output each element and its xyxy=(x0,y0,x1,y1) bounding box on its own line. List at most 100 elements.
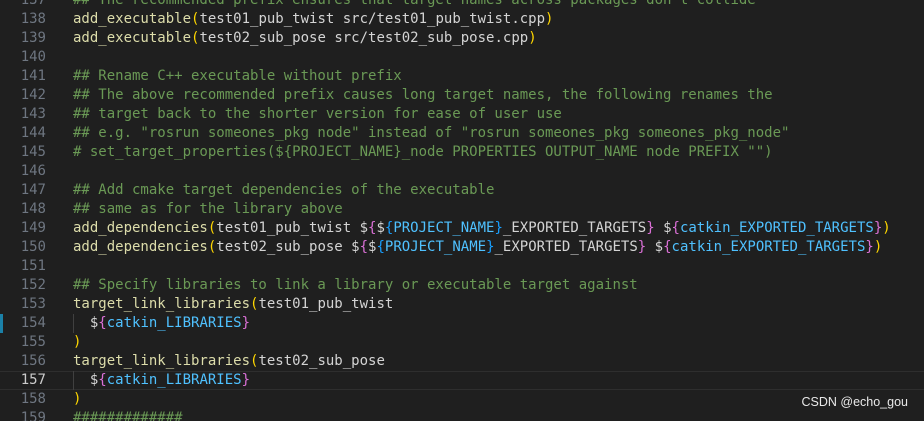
code-line[interactable]: 148 ## same as for the library above xyxy=(0,200,924,219)
code-line[interactable]: 143 ## target back to the shorter version… xyxy=(0,105,924,124)
code-token: ############# xyxy=(73,410,183,421)
code-token: ) xyxy=(528,30,537,46)
code-token: catkin_LIBRARIES xyxy=(106,315,242,331)
code-line[interactable]: 146 xyxy=(0,162,924,181)
line-text[interactable]: # set_target_properties(${PROJECT_NAME}_… xyxy=(73,143,773,162)
line-number: 158 xyxy=(20,391,46,407)
line-text[interactable]: ## target back to the shorter version fo… xyxy=(73,105,562,124)
line-text[interactable]: ${catkin_LIBRARIES} xyxy=(73,314,250,333)
code-token: PROJECT_NAME xyxy=(393,220,495,236)
line-text[interactable]: ## same as for the library above xyxy=(73,200,343,219)
code-line[interactable]: 147 ## Add cmake target dependencies of t… xyxy=(0,181,924,200)
line-number: 147 xyxy=(20,182,46,198)
line-text[interactable]: ) xyxy=(73,333,81,352)
code-line[interactable]: 140 xyxy=(0,48,924,67)
code-token: { xyxy=(663,239,672,255)
line-text[interactable]: ############# xyxy=(73,409,183,421)
code-line[interactable]: 159 ############# xyxy=(0,409,924,421)
code-token: _EXPORTED_TARGETS xyxy=(502,220,647,236)
code-line[interactable]: 153 target_link_libraries(test01_pub_twis… xyxy=(0,295,924,314)
code-token: ) xyxy=(545,11,554,27)
code-line[interactable]: 142 ## The above recommended prefix cause… xyxy=(0,86,924,105)
code-line[interactable]: 149 add_dependencies(test01_pub_twist ${$… xyxy=(0,219,924,238)
line-text[interactable]: ## The above recommended prefix causes l… xyxy=(73,86,773,105)
code-line[interactable]: 150 add_dependencies(test02_sub_pose ${${… xyxy=(0,238,924,257)
code-token: test02_sub_pose src/test02_sub_pose.cpp xyxy=(199,30,529,46)
code-editor[interactable]: 137 ## The recommended prefix ensures tha… xyxy=(0,0,924,421)
line-text[interactable]: add_executable(test02_sub_pose src/test0… xyxy=(73,29,537,48)
line-number: 154 xyxy=(20,315,46,331)
code-token: target_link_libraries xyxy=(73,296,251,312)
code-token: $ xyxy=(376,220,385,236)
line-number: 137 xyxy=(20,0,46,8)
line-number: 140 xyxy=(20,49,46,65)
line-number: 139 xyxy=(20,30,46,46)
code-token: { xyxy=(376,239,385,255)
line-number: 145 xyxy=(20,144,46,160)
code-line[interactable]: 157 ${catkin_LIBRARIES} xyxy=(0,371,924,390)
watermark: CSDN @echo_gou xyxy=(801,395,909,409)
line-text[interactable]: ## The recommended prefix ensures that t… xyxy=(73,0,756,10)
code-token: add_executable xyxy=(73,30,192,46)
code-token: { xyxy=(98,372,107,388)
code-line[interactable]: 137 ## The recommended prefix ensures tha… xyxy=(0,0,924,10)
code-token: $ xyxy=(73,315,99,331)
line-number: 142 xyxy=(20,87,46,103)
code-token: $ xyxy=(654,220,672,236)
code-line[interactable]: 144 ## e.g. "rosrun someones_pkg node" in… xyxy=(0,124,924,143)
line-text[interactable]: ## Rename C++ executable without prefix xyxy=(73,67,402,86)
line-number: 146 xyxy=(20,163,46,179)
code-token: catkin_EXPORTED_TARGETS xyxy=(679,220,874,236)
line-number: 150 xyxy=(20,239,46,255)
code-line[interactable]: 138 add_executable(test01_pub_twist src/t… xyxy=(0,10,924,29)
code-token: } xyxy=(241,315,251,331)
line-number: 141 xyxy=(20,68,46,84)
code-token: # set_target_properties(${PROJECT_NAME}_… xyxy=(73,144,773,160)
code-token: } xyxy=(873,220,883,236)
line-text[interactable]: ) xyxy=(73,390,81,409)
code-token: PROJECT_NAME xyxy=(384,239,487,255)
code-token: $ xyxy=(73,372,99,388)
code-token: add_dependencies xyxy=(73,220,208,236)
code-token: ## The recommended prefix ensures that t… xyxy=(73,0,756,8)
code-token: $ xyxy=(646,239,664,255)
line-number: 148 xyxy=(20,201,46,217)
code-line[interactable]: 158) xyxy=(0,390,924,409)
code-token: { xyxy=(671,220,680,236)
code-token: add_dependencies xyxy=(73,239,208,255)
code-line[interactable]: 152 ## Specify libraries to link a librar… xyxy=(0,276,924,295)
code-line[interactable]: 145 # set_target_properties(${PROJECT_NAM… xyxy=(0,143,924,162)
code-token: test02_sub_pose xyxy=(258,353,385,369)
line-text[interactable]: ${catkin_LIBRARIES} xyxy=(73,371,250,390)
code-token: } xyxy=(486,239,495,255)
code-token: ## Add cmake target dependencies of the … xyxy=(73,182,495,198)
code-token: add_executable xyxy=(73,11,192,27)
line-text[interactable]: add_dependencies(test01_pub_twist ${${PR… xyxy=(73,219,891,238)
code-token: _EXPORTED_TARGETS xyxy=(494,239,638,255)
line-text[interactable]: target_link_libraries(test02_sub_pose xyxy=(73,352,385,371)
code-token: } xyxy=(637,239,647,255)
code-token: } xyxy=(646,220,655,236)
code-lines[interactable]: 137 ## The recommended prefix ensures tha… xyxy=(0,0,924,421)
code-line[interactable]: 141 ## Rename C++ executable without pref… xyxy=(0,67,924,86)
code-line[interactable]: 154 ${catkin_LIBRARIES} xyxy=(0,314,924,333)
line-number: 151 xyxy=(20,258,46,274)
code-token: { xyxy=(98,315,107,331)
line-number: 143 xyxy=(20,106,46,122)
line-text[interactable]: ## Specify libraries to link a library o… xyxy=(73,276,638,295)
code-line[interactable]: 156 target_link_libraries(test02_sub_pose xyxy=(0,352,924,371)
code-token: ) xyxy=(73,334,82,350)
code-token: ## Specify libraries to link a library o… xyxy=(73,277,638,293)
code-line[interactable]: 155) xyxy=(0,333,924,352)
code-token: test01_pub_twist xyxy=(258,296,394,312)
line-text[interactable]: target_link_libraries(test01_pub_twist xyxy=(73,295,393,314)
line-text[interactable]: add_dependencies(test02_sub_pose ${${PRO… xyxy=(73,238,882,257)
line-text[interactable]: ## Add cmake target dependencies of the … xyxy=(73,181,494,200)
code-token: ## e.g. "rosrun someones_pkg node" inste… xyxy=(73,125,790,141)
line-text[interactable]: add_executable(test01_pub_twist src/test… xyxy=(73,10,553,29)
code-line[interactable]: 139 add_executable(test02_sub_pose src/te… xyxy=(0,29,924,48)
line-number: 144 xyxy=(20,125,46,141)
code-line[interactable]: 151 xyxy=(0,257,924,276)
code-token: test01_pub_twist src/test01_pub_twist.cp… xyxy=(199,11,546,27)
line-text[interactable]: ## e.g. "rosrun someones_pkg node" inste… xyxy=(73,124,789,143)
